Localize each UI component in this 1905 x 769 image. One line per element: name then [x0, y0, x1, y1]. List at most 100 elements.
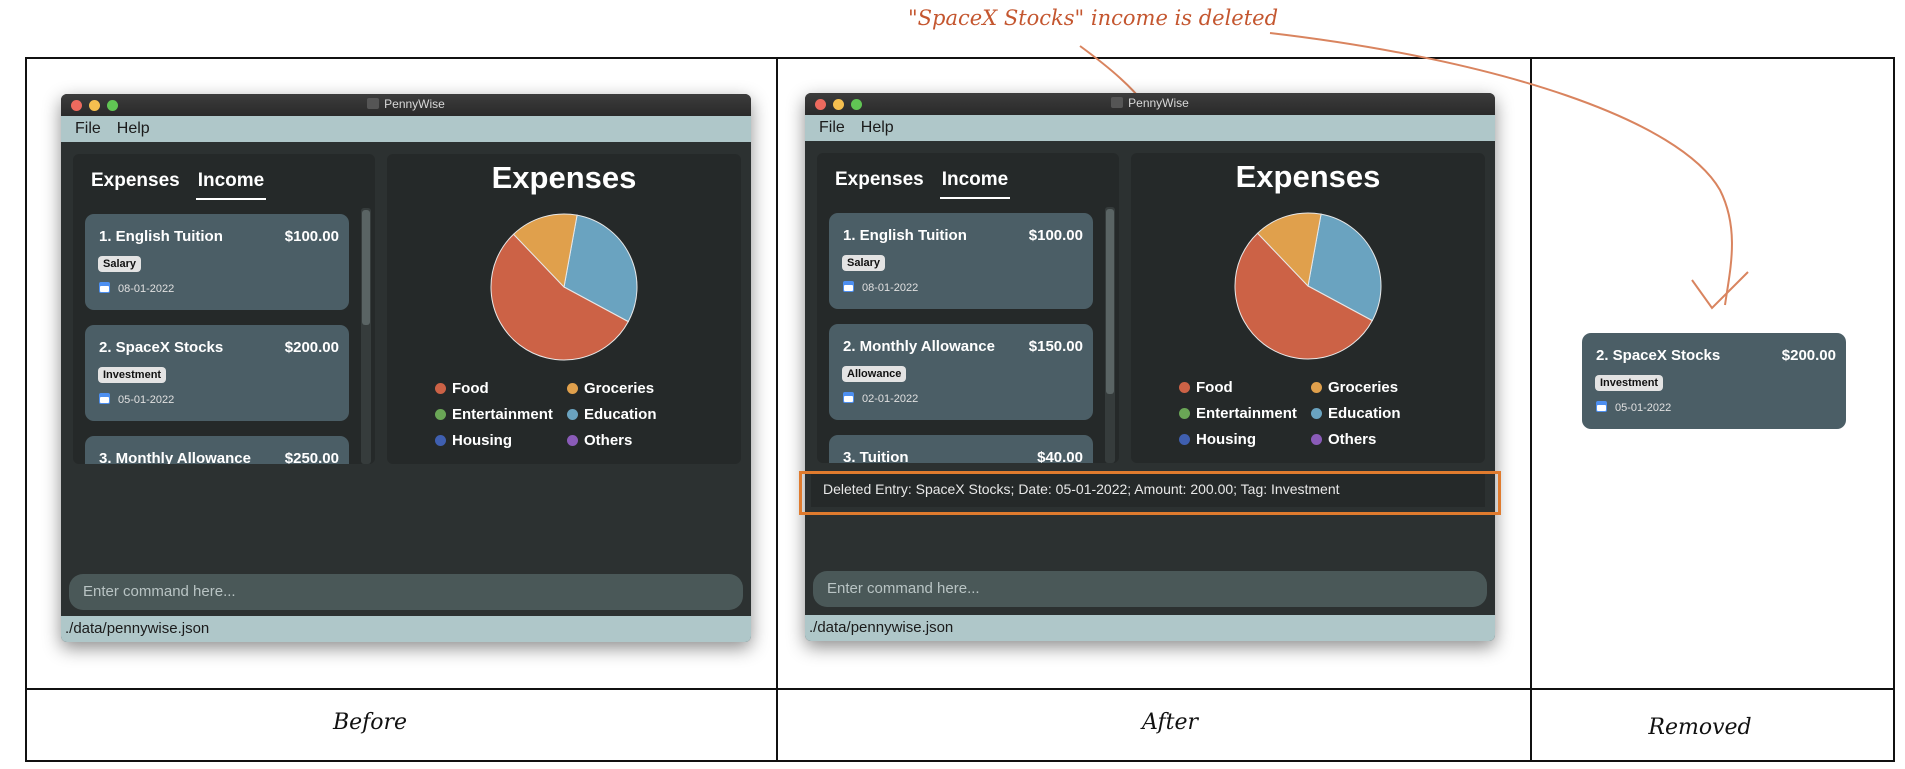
highlight-box	[799, 471, 1501, 515]
legend-label: Education	[1328, 405, 1401, 422]
list-item[interactable]: 3. Tuition $40.00	[829, 435, 1093, 463]
calendar-icon	[99, 282, 110, 293]
legend-dot-icon	[435, 383, 446, 394]
legend-label: Others	[584, 432, 633, 449]
menu-file[interactable]: File	[75, 120, 101, 138]
calendar-icon	[99, 393, 110, 404]
window-title: PennyWise	[61, 97, 751, 111]
legend-item-housing: Housing	[435, 432, 512, 449]
tab-income[interactable]: Income	[195, 170, 267, 200]
entry-tag: Salary	[842, 255, 886, 271]
entry-tabs: Expenses Income	[833, 169, 1024, 199]
legend-item-education: Education	[1311, 405, 1401, 422]
list-item[interactable]: 2. Monthly Allowance $150.00 Allowance 0…	[829, 324, 1093, 420]
income-list[interactable]: 1. English Tuition $100.00 Salary 08-01-…	[85, 214, 349, 464]
window-title: PennyWise	[805, 96, 1495, 110]
app-window-before: PennyWise File Help Expenses Income 1. E…	[61, 94, 751, 642]
tab-income[interactable]: Income	[939, 169, 1011, 199]
legend-label: Housing	[452, 432, 512, 449]
entry-amount: $250.00	[284, 450, 339, 464]
menu-bar: File Help	[61, 116, 751, 142]
removed-entry-card: 2. SpaceX Stocks $200.00 Investment 05-0…	[1582, 333, 1846, 429]
entry-tag: Salary	[98, 256, 142, 272]
command-input[interactable]: Enter command here...	[813, 571, 1487, 607]
entry-name: 3. Monthly Allowance	[99, 450, 251, 464]
legend-dot-icon	[1179, 434, 1190, 445]
entry-name: 3. Tuition	[843, 449, 909, 463]
tab-expenses[interactable]: Expenses	[89, 170, 182, 200]
legend-dot-icon	[567, 409, 578, 420]
legend-label: Groceries	[1328, 379, 1399, 396]
status-bar-path: ./data/pennywise.json	[805, 615, 1495, 641]
legend-item-food: Food	[435, 380, 489, 397]
legend-item-housing: Housing	[1179, 431, 1256, 448]
menu-bar: File Help	[805, 115, 1495, 141]
legend-label: Housing	[1196, 431, 1256, 448]
entry-amount: $200.00	[284, 339, 339, 356]
list-item[interactable]: 2. SpaceX Stocks $200.00 Investment 05-0…	[85, 325, 349, 421]
title-bar: PennyWise	[805, 93, 1495, 115]
legend-label: Entertainment	[1196, 405, 1297, 422]
calendar-icon	[843, 392, 854, 403]
entry-date: 02-01-2022	[843, 392, 918, 405]
scrollbar[interactable]	[361, 208, 371, 464]
entry-amount: $150.00	[1028, 338, 1083, 355]
pie-chart	[490, 213, 638, 361]
calendar-icon	[1596, 401, 1607, 412]
entry-date: 05-01-2022	[99, 393, 174, 406]
entry-name: 2. SpaceX Stocks	[99, 339, 224, 356]
entry-amount: $40.00	[1037, 449, 1083, 463]
tab-expenses[interactable]: Expenses	[833, 169, 926, 199]
entry-name: 2. Monthly Allowance	[843, 338, 995, 355]
legend-label: Food	[452, 380, 489, 397]
list-item[interactable]: 1. English Tuition $100.00 Salary 08-01-…	[829, 213, 1093, 309]
legend-item-groceries: Groceries	[1311, 379, 1398, 396]
legend-label: Entertainment	[452, 406, 553, 423]
app-icon	[1111, 97, 1124, 108]
chart-title: Expenses	[491, 160, 637, 195]
legend-dot-icon	[1311, 382, 1322, 393]
command-input[interactable]: Enter command here...	[69, 574, 743, 610]
legend-item-groceries: Groceries	[567, 380, 654, 397]
entry-date: 05-01-2022	[1596, 401, 1671, 414]
legend-dot-icon	[1179, 408, 1190, 419]
scrollbar[interactable]	[1105, 207, 1115, 463]
entry-date: 08-01-2022	[99, 282, 174, 295]
entry-tag: Investment	[1595, 375, 1664, 391]
title-bar: PennyWise	[61, 94, 751, 116]
legend-dot-icon	[1311, 408, 1322, 419]
entry-list-panel: Expenses Income 1. English Tuition $100.…	[817, 153, 1119, 463]
calendar-icon	[843, 281, 854, 292]
entry-amount: $200.00	[1781, 347, 1836, 364]
menu-file[interactable]: File	[819, 119, 845, 137]
pie-chart	[1234, 212, 1382, 360]
entry-name: 1. English Tuition	[843, 227, 967, 244]
legend-item-education: Education	[567, 406, 657, 423]
legend-dot-icon	[435, 409, 446, 420]
scroll-thumb[interactable]	[1106, 209, 1114, 394]
menu-help[interactable]: Help	[117, 120, 150, 138]
scroll-thumb[interactable]	[362, 210, 370, 325]
chart-panel: Expenses Food Groceries Entertainment Educa…	[387, 154, 741, 464]
legend-dot-icon	[435, 435, 446, 446]
list-item[interactable]: 3. Monthly Allowance $250.00	[85, 436, 349, 464]
legend-dot-icon	[1179, 382, 1190, 393]
legend-label: Others	[1328, 431, 1377, 448]
app-icon	[367, 98, 380, 109]
menu-help[interactable]: Help	[861, 119, 894, 137]
entry-name: 1. English Tuition	[99, 228, 223, 245]
entry-name: 2. SpaceX Stocks	[1596, 347, 1721, 364]
legend-label: Groceries	[584, 380, 655, 397]
entry-amount: $100.00	[1028, 227, 1083, 244]
entry-list-panel: Expenses Income 1. English Tuition $100.…	[73, 154, 375, 464]
legend-dot-icon	[1311, 434, 1322, 445]
list-item[interactable]: 1. English Tuition $100.00 Salary 08-01-…	[85, 214, 349, 310]
chart-panel: Expenses Food Groceries Entertainment Educa…	[1131, 153, 1485, 463]
legend-item-entertainment: Entertainment	[435, 406, 553, 423]
legend-item-others: Others	[1311, 431, 1376, 448]
legend-dot-icon	[567, 383, 578, 394]
legend-label: Food	[1196, 379, 1233, 396]
income-list[interactable]: 1. English Tuition $100.00 Salary 08-01-…	[829, 213, 1093, 463]
legend-item-others: Others	[567, 432, 632, 449]
status-bar-path: ./data/pennywise.json	[61, 616, 751, 642]
